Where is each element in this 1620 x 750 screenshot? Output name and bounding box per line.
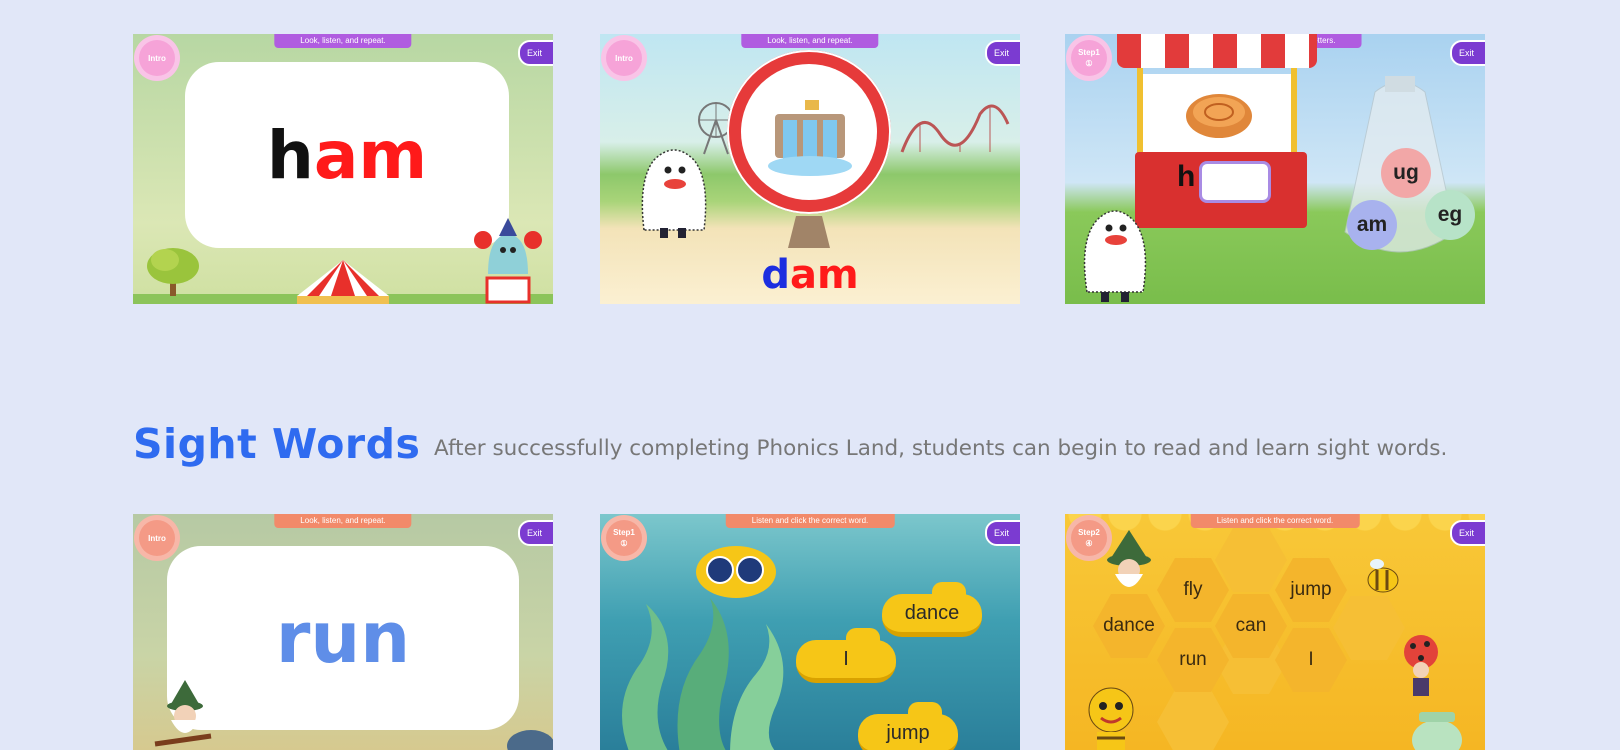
badge-step-number: ④ — [1085, 539, 1093, 548]
badge-label: Step1 — [613, 528, 635, 537]
badge-label: Step2 — [1078, 528, 1100, 537]
tree-icon — [147, 248, 199, 296]
exit-button[interactable]: Exit — [985, 40, 1020, 66]
word-rhyme: am — [313, 116, 428, 194]
badge-label: Intro — [148, 53, 166, 63]
phonics-card-ham[interactable]: Look, listen, and repeat. Intro Exit ham — [133, 34, 553, 304]
picture-ring — [727, 50, 891, 214]
shrub-icon — [507, 730, 553, 750]
badge-label: Step1 — [1078, 48, 1100, 57]
clown-icon — [474, 218, 542, 304]
word-rhyme: am — [789, 252, 859, 298]
sight-card-honeycomb[interactable]: Listen and click the correct word. Step2… — [1065, 514, 1485, 750]
section-title: Sight Words — [133, 420, 421, 468]
option-bubble[interactable]: eg — [1425, 190, 1475, 240]
sun-badge-icon: Intro — [606, 40, 642, 76]
exit-button[interactable]: Exit — [518, 40, 553, 66]
word-board: ham — [185, 62, 509, 248]
bee-icon — [1367, 559, 1399, 593]
roller-coaster-icon — [900, 104, 1010, 153]
badge-label: Intro — [615, 53, 633, 63]
honeycomb-cell — [1157, 690, 1229, 750]
submarine-icon — [696, 546, 776, 598]
word-initial-letter: d — [761, 252, 790, 298]
ghost-character-icon — [641, 149, 707, 238]
sun-badge-icon: Step1 ① — [606, 520, 642, 556]
phonics-card-choose[interactable]: Listen and click the correct letters. St… — [1065, 34, 1485, 304]
waterfall-dam-icon — [768, 100, 852, 176]
word-cell[interactable]: run — [1157, 628, 1229, 692]
bee-icon — [1088, 687, 1134, 750]
sight-card-run[interactable]: Look, listen, and repeat. Intro Exit run — [133, 514, 553, 750]
instruction-banner: Listen and click the correct word. — [1190, 514, 1360, 528]
section-description: After successfully completing Phonics La… — [434, 436, 1448, 461]
word-display: dam — [600, 252, 1020, 298]
sun-badge-icon: Step1 ① — [1071, 40, 1107, 76]
ring-stand — [788, 216, 830, 248]
word-display: ham — [267, 117, 427, 194]
instruction-banner: Look, listen, and repeat. — [274, 34, 412, 48]
word-submarine[interactable]: I — [796, 628, 896, 683]
word-submarine[interactable]: jump — [858, 702, 958, 750]
sun-badge-icon: Intro — [139, 40, 175, 76]
exit-button[interactable]: Exit — [518, 520, 553, 546]
sun-badge-icon: Intro — [139, 520, 175, 556]
word-initial-letter: h — [266, 116, 314, 194]
honey-jar-icon — [1412, 712, 1462, 750]
instruction-banner: Listen and click the correct word. — [725, 514, 895, 528]
ladybug-icon — [1404, 635, 1438, 696]
exit-button[interactable]: Exit — [1450, 520, 1485, 546]
badge-label: Intro — [148, 533, 166, 543]
word-cell[interactable]: jump — [1275, 558, 1347, 622]
answer-blank-input[interactable] — [1199, 161, 1271, 203]
instruction-banner: Look, listen, and repeat. — [741, 34, 879, 48]
word-submarine[interactable]: dance — [882, 582, 982, 637]
badge-step-number: ① — [1085, 59, 1093, 68]
sight-card-submarine[interactable]: Listen and click the correct word. Step1… — [600, 514, 1020, 750]
phonics-card-dam[interactable]: Look, listen, and repeat. Intro Exit dam — [600, 34, 1020, 304]
pie-icon — [1186, 94, 1252, 138]
exit-button[interactable]: Exit — [985, 520, 1020, 546]
badge-step-number: ① — [620, 539, 628, 548]
word-display: run — [275, 597, 411, 679]
word-cell[interactable]: dance — [1093, 594, 1165, 658]
option-bubble[interactable]: ug — [1381, 148, 1431, 198]
prefix-letter: h — [1177, 160, 1196, 193]
option-bubble[interactable]: am — [1347, 200, 1397, 250]
circus-tent-icon — [297, 260, 389, 304]
word-cell[interactable]: fly — [1157, 558, 1229, 622]
ghost-character-icon — [1083, 210, 1147, 302]
instruction-banner: Look, listen, and repeat. — [274, 514, 412, 528]
seaweed-icon — [622, 598, 784, 750]
word-cell[interactable]: I — [1275, 628, 1347, 692]
gnome-icon — [154, 680, 212, 747]
gnome-icon — [1107, 530, 1151, 587]
